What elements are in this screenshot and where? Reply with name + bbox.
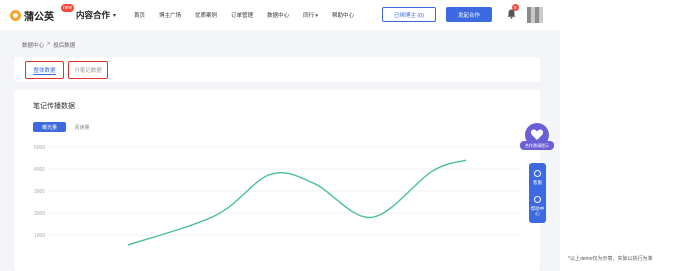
- breadcrumb-root[interactable]: 数据中心: [22, 41, 44, 49]
- nav-item[interactable]: 订单管理: [231, 11, 253, 19]
- dandelion-logo-icon: [10, 10, 21, 21]
- logo-text: 蒲公英: [24, 12, 54, 23]
- tab-label: 分笔记数据: [74, 68, 102, 74]
- nav-item[interactable]: 同行: [303, 11, 318, 19]
- tab-label: 整体数据: [33, 68, 56, 74]
- y-tick-label: 2000: [34, 211, 45, 217]
- y-tick-label: 1000: [34, 233, 45, 239]
- tab-per-note-data[interactable]: 分笔记数据: [68, 61, 108, 79]
- nav-item[interactable]: 首页: [134, 11, 145, 19]
- business-menu-label: 内容合作: [76, 10, 111, 20]
- side-widget: 客服 帮助中心: [529, 163, 546, 223]
- top-navigation-bar: 蒲公英 new 内容合作 ▾ 首页博主广场优质案例订单管理数据中心同行帮助中心 …: [0, 0, 560, 30]
- customer-service-label[interactable]: 客服: [529, 180, 546, 185]
- business-menu[interactable]: 内容合作 ▾: [76, 9, 116, 21]
- help-center-label[interactable]: 帮助中心: [529, 206, 546, 216]
- app-window: 蒲公英 new 内容合作 ▾ 首页博主广场优质案例订单管理数据中心同行帮助中心 …: [0, 0, 560, 271]
- segment-reads[interactable]: 阅读量: [66, 122, 98, 132]
- avatar[interactable]: [527, 7, 543, 23]
- main-nav: 首页 博主广场 优质案例 订单管理 数据中心 同行 帮助中心: [134, 11, 368, 19]
- logo[interactable]: 蒲公英: [10, 8, 54, 23]
- customer-service-icon[interactable]: [534, 170, 541, 177]
- help-icon[interactable]: [534, 196, 541, 203]
- series-line: [127, 159, 467, 246]
- bound-bloggers-button[interactable]: 已绑博主 (0): [382, 7, 436, 22]
- breadcrumb-separator: >: [47, 41, 51, 47]
- nav-item[interactable]: 博主广场: [159, 11, 181, 19]
- new-badge: new: [61, 4, 75, 12]
- nav-item[interactable]: 帮助中心: [332, 11, 354, 19]
- nav-item[interactable]: 优质案例: [195, 11, 217, 19]
- nav-item[interactable]: 数据中心: [267, 11, 289, 19]
- start-collaboration-button[interactable]: 发起合作: [446, 7, 492, 22]
- chevron-down-icon: ▾: [113, 12, 117, 19]
- segment-exposure[interactable]: 曝光量: [33, 122, 66, 132]
- notification-count-badge: 8: [512, 4, 519, 11]
- y-tick-label: 4000: [34, 167, 45, 173]
- breadcrumb-current: 投后数据: [53, 43, 76, 49]
- line-chart: 5000 4000 3000 2000 1000: [34, 145, 520, 246]
- collab-invite-label[interactable]: 合作邀请提示: [520, 141, 554, 150]
- tab-overall-data[interactable]: 整体数据: [25, 61, 64, 79]
- y-tick-label: 5000: [34, 145, 45, 151]
- disclaimer-note: *以上demo仅为示意，实际以执行为准: [568, 256, 653, 262]
- breadcrumb: 数据中心 > 投后数据: [22, 41, 75, 49]
- y-tick-label: 3000: [34, 189, 45, 195]
- active-tab-underline: [33, 74, 56, 75]
- card-title: 笔记传播数据: [33, 103, 75, 110]
